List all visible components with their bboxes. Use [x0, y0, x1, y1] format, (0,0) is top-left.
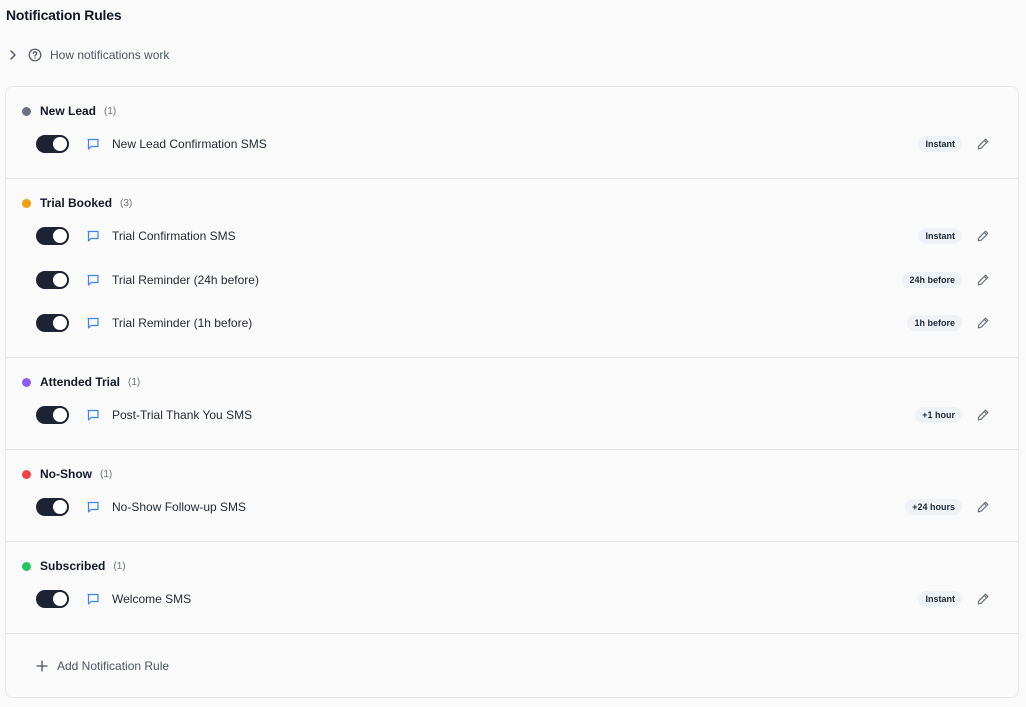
message-square-icon	[86, 592, 100, 606]
group-name: Subscribed	[40, 559, 106, 573]
chevron-right-icon	[8, 48, 18, 62]
rule-row: Trial Confirmation SMS Instant	[6, 224, 1018, 248]
pencil-icon[interactable]	[976, 229, 990, 243]
toggle-knob	[53, 408, 67, 422]
pencil-icon[interactable]	[976, 273, 990, 287]
toggle-knob	[53, 273, 67, 287]
status-dot	[22, 198, 31, 208]
rule-enabled-toggle[interactable]	[36, 590, 69, 608]
toggle-knob	[53, 229, 67, 243]
rule-name: Trial Reminder (24h before)	[112, 273, 259, 287]
rule-name: Trial Reminder (1h before)	[112, 316, 253, 330]
group-count: (1)	[104, 105, 117, 117]
message-square-icon	[86, 500, 100, 514]
pencil-icon[interactable]	[976, 592, 990, 606]
notification-rules-page: Notification Rules How notifications wor…	[0, 0, 1026, 707]
pencil-icon[interactable]	[976, 316, 990, 330]
timing-badge: Instant	[918, 228, 962, 244]
timing-badge: +1 hour	[915, 407, 962, 423]
message-square-icon	[86, 408, 100, 422]
status-dot	[22, 106, 31, 116]
timing-badge: 24h before	[902, 272, 962, 288]
rule-name: New Lead Confirmation SMS	[112, 137, 267, 151]
group-new-lead: New Lead (1) New Lead Confirmation SMS I…	[6, 87, 1018, 179]
group-attended-trial: Attended Trial (1) Post-Trial Thank You …	[6, 358, 1018, 450]
group-count: (1)	[113, 560, 126, 572]
group-name: Trial Booked	[40, 196, 113, 210]
status-dot	[22, 469, 31, 479]
rule-enabled-toggle[interactable]	[36, 135, 69, 153]
rule-row: No-Show Follow-up SMS +24 hours	[6, 495, 1018, 519]
timing-badge: Instant	[918, 136, 962, 152]
toggle-knob	[53, 316, 67, 330]
group-name: No-Show	[40, 467, 92, 481]
timing-badge: Instant	[918, 591, 962, 607]
toggle-knob	[53, 137, 67, 151]
message-square-icon	[86, 316, 100, 330]
help-label: How notifications work	[50, 48, 170, 62]
pencil-icon[interactable]	[976, 137, 990, 151]
rule-name: Welcome SMS	[112, 592, 192, 606]
rule-row: New Lead Confirmation SMS Instant	[6, 132, 1018, 156]
group-header: Attended Trial (1)	[22, 374, 140, 390]
pencil-icon[interactable]	[976, 408, 990, 422]
rule-row: Trial Reminder (1h before) 1h before	[6, 311, 1018, 335]
toggle-knob	[53, 592, 67, 606]
help-circle-icon	[28, 48, 42, 62]
pencil-icon[interactable]	[976, 500, 990, 514]
group-subscribed: Subscribed (1) Welcome SMS Instant	[6, 542, 1018, 634]
rule-name: No-Show Follow-up SMS	[112, 500, 247, 514]
rule-enabled-toggle[interactable]	[36, 227, 69, 245]
group-count: (3)	[120, 197, 133, 209]
group-trial-booked: Trial Booked (3) Trial Confirmation SMS …	[6, 179, 1018, 358]
rule-row: Welcome SMS Instant	[6, 587, 1018, 611]
rule-name: Trial Confirmation SMS	[112, 229, 236, 243]
add-rule-label: Add Notification Rule	[57, 659, 170, 673]
message-square-icon	[86, 273, 100, 287]
group-count: (1)	[128, 376, 141, 388]
rule-row: Trial Reminder (24h before) 24h before	[6, 268, 1018, 292]
rule-row: Post-Trial Thank You SMS +1 hour	[6, 403, 1018, 427]
toggle-knob	[53, 500, 67, 514]
rule-enabled-toggle[interactable]	[36, 406, 69, 424]
rule-enabled-toggle[interactable]	[36, 271, 69, 289]
plus-icon	[36, 660, 48, 672]
rule-name: Post-Trial Thank You SMS	[112, 408, 253, 422]
group-name: New Lead	[40, 104, 97, 118]
rule-enabled-toggle[interactable]	[36, 314, 69, 332]
group-name: Attended Trial	[40, 375, 121, 389]
group-count: (1)	[100, 468, 113, 480]
group-header: New Lead (1)	[22, 103, 116, 119]
status-dot	[22, 561, 31, 571]
group-no-show: No-Show (1) No-Show Follow-up SMS +24 ho…	[6, 450, 1018, 542]
status-dot	[22, 377, 31, 387]
rule-enabled-toggle[interactable]	[36, 498, 69, 516]
message-square-icon	[86, 137, 100, 151]
message-square-icon	[86, 229, 100, 243]
group-header: Trial Booked (3)	[22, 195, 132, 211]
timing-badge: +24 hours	[905, 499, 962, 515]
how-notifications-work-toggle[interactable]: How notifications work	[8, 46, 169, 64]
rules-card: New Lead (1) New Lead Confirmation SMS I…	[5, 86, 1019, 698]
add-notification-rule-button[interactable]: Add Notification Rule	[36, 657, 169, 675]
group-header: Subscribed (1)	[22, 558, 126, 574]
timing-badge: 1h before	[907, 315, 962, 331]
page-title: Notification Rules	[6, 7, 122, 23]
group-header: No-Show (1)	[22, 466, 112, 482]
